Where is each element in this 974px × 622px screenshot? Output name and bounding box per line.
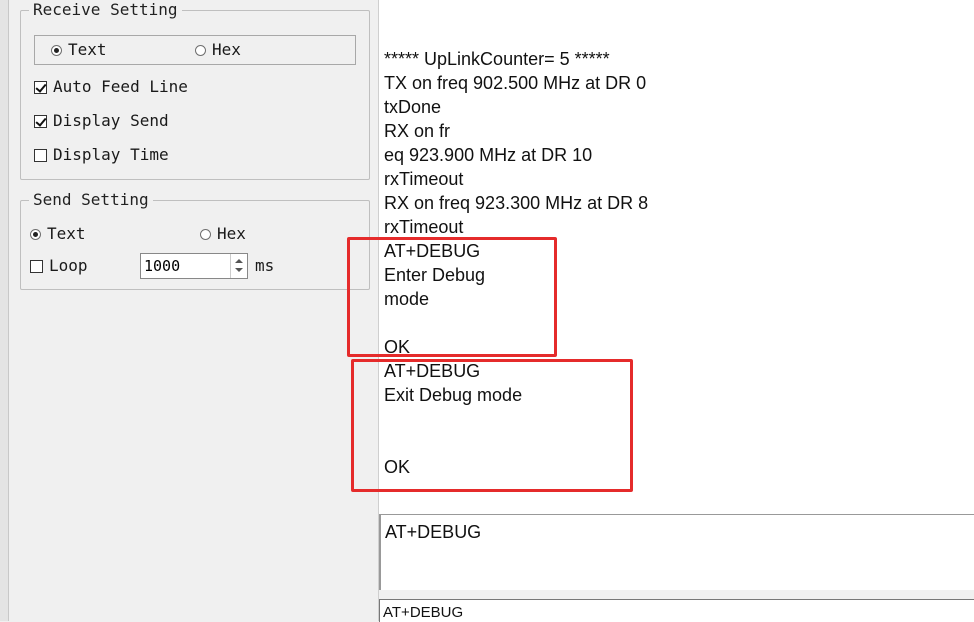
interval-unit: ms (255, 256, 275, 275)
command-input[interactable]: AT+DEBUG (379, 599, 974, 622)
panel-edge (0, 0, 9, 621)
log-line: rxTimeout (384, 169, 464, 189)
highlight-box-exit-debug (351, 359, 633, 492)
log-line: RX on fr (384, 121, 451, 141)
spin-arrows[interactable] (230, 254, 247, 278)
splitter[interactable] (379, 590, 974, 599)
receive-text-radio[interactable]: Text (51, 41, 107, 59)
loop-interval-spinbox[interactable]: 1000 (140, 253, 248, 279)
log-line: TX on freq 902.500 MHz at DR 0 (384, 73, 647, 93)
radio-selected-icon (30, 229, 41, 240)
send-input-text: AT+DEBUG (385, 522, 482, 542)
radio-selected-icon (51, 45, 62, 56)
log-line: RX on freq 923.300 MHz at DR 8 (384, 193, 649, 213)
radio-unselected-icon (195, 45, 206, 56)
checkbox-unchecked-icon (30, 260, 43, 273)
highlight-box-enter-debug (347, 237, 557, 357)
auto-feed-line-checkbox[interactable]: Auto Feed Line (34, 78, 188, 96)
receive-setting-title: Receive Setting (29, 1, 182, 19)
checkbox-unchecked-icon (34, 149, 47, 162)
send-input-area[interactable]: AT+DEBUG (379, 514, 974, 590)
send-setting-title: Send Setting (29, 191, 153, 209)
receive-format-box: Text Hex (34, 35, 356, 65)
send-hex-radio[interactable]: Hex (200, 225, 246, 243)
radio-unselected-icon (200, 229, 211, 240)
log-line: eq 923.900 MHz at DR 10 (384, 145, 593, 165)
display-send-checkbox[interactable]: Display Send (34, 112, 169, 130)
loop-checkbox[interactable]: Loop (30, 257, 88, 275)
send-text-radio[interactable]: Text (30, 225, 86, 243)
checkbox-checked-icon (34, 115, 47, 128)
log-line: txDone (384, 97, 442, 117)
log-line: rxTimeout (384, 217, 464, 237)
settings-panel: Receive Setting Text Hex Auto Feed Line … (0, 0, 378, 621)
loop-interval-value: 1000 (144, 257, 181, 275)
spin-down-icon[interactable] (235, 268, 243, 272)
checkbox-checked-icon (34, 81, 47, 94)
command-input-text: AT+DEBUG (383, 604, 464, 621)
spin-up-icon[interactable] (235, 259, 243, 263)
receive-hex-radio[interactable]: Hex (195, 41, 241, 59)
display-time-checkbox[interactable]: Display Time (34, 146, 169, 164)
receive-setting-group: Receive Setting Text Hex Auto Feed Line … (20, 1, 370, 180)
log-line: ***** UpLinkCounter= 5 ***** (384, 49, 610, 69)
